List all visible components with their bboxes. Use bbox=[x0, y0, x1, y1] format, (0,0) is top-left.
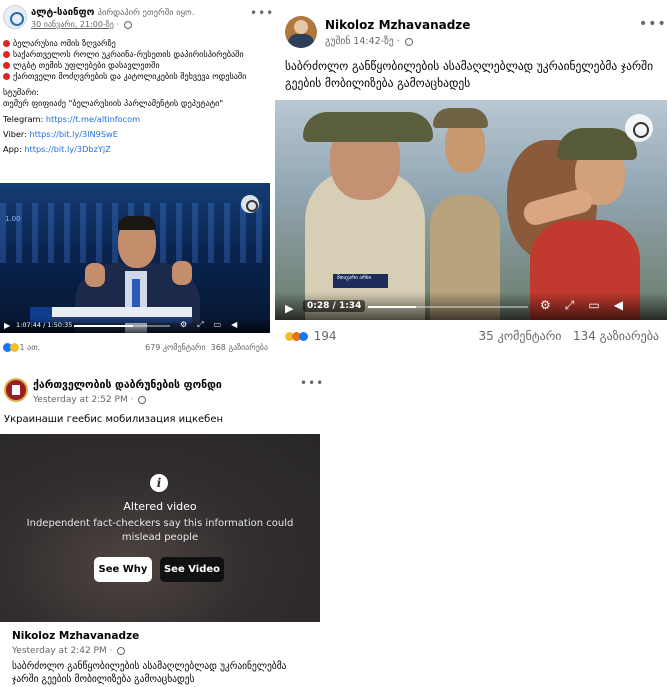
info-icon: i bbox=[150, 474, 168, 492]
volume-icon[interactable]: ◀ bbox=[614, 298, 623, 313]
comments-count[interactable]: 679 კომენტარი bbox=[145, 343, 205, 352]
blurred-video: i Altered video Independent fact-checker… bbox=[0, 434, 320, 622]
shares-count[interactable]: 134 გაზიარება bbox=[573, 329, 659, 343]
red-dot-icon bbox=[3, 40, 10, 47]
red-dot-icon bbox=[3, 73, 10, 80]
video-controls: ▶ 0:28 / 1:34 ⚙ ⤢ ▭ ◀ bbox=[275, 292, 667, 320]
comments-count[interactable]: 35 კომენტარი bbox=[479, 329, 562, 343]
settings-icon[interactable]: ⚙ bbox=[540, 298, 551, 313]
warning-text: Independent fact-checkers say this infor… bbox=[26, 518, 294, 543]
viber-line: Viber: https://bit.ly/3lN9SwE bbox=[3, 129, 118, 139]
list-item: ბელარუსია ომის ზღვარზე bbox=[3, 38, 268, 49]
progress-fill bbox=[74, 325, 133, 327]
video-player[interactable]: 1.00 bbox=[0, 183, 270, 333]
live-status: პირდაპირ ეთერში იყო. bbox=[97, 8, 195, 18]
viber-link[interactable]: https://bit.ly/3lN9SwE bbox=[30, 129, 118, 139]
post-date: გუშინ 14:42-ზე · bbox=[325, 36, 413, 47]
app-link[interactable]: https://bit.ly/3DbzYjZ bbox=[24, 144, 110, 154]
post-text: ბელარუსია ომის ზღვარზე საქართველოს როლი … bbox=[3, 38, 268, 155]
shares-count[interactable]: 368 გაზიარება bbox=[211, 343, 268, 352]
visibility-eye-icon[interactable] bbox=[625, 114, 653, 142]
shared-author-name[interactable]: Nikoloz Mzhavanadze bbox=[12, 630, 139, 642]
page-avatar[interactable] bbox=[4, 378, 28, 402]
chyron bbox=[52, 307, 192, 317]
video-player[interactable]: მთავარი არხი ▶ 0:28 / 1:34 ⚙ ⤢ ▭ ◀ bbox=[275, 100, 667, 320]
fullscreen-icon[interactable]: ⤢ bbox=[565, 298, 575, 313]
volume-icon[interactable]: ◀ bbox=[231, 320, 237, 330]
post-timestamp[interactable]: გუშინ 14:42-ზე bbox=[325, 36, 394, 47]
video-time: 0:28 / 1:34 bbox=[303, 300, 366, 312]
post-altinfo: ალტ-საინფო პირდაპირ ეთერში იყო. 30 იანვა… bbox=[0, 0, 272, 362]
video-time: 1:07:44 / 1:50:35 bbox=[16, 321, 73, 329]
see-why-button[interactable]: See Why bbox=[94, 557, 152, 582]
telegram-link[interactable]: https://t.me/altinfocom bbox=[46, 114, 140, 124]
post-text: საბრძოლო განწყობილების ასამაღლებლად უკრა… bbox=[285, 59, 654, 90]
video-controls: ▶ 1:07:44 / 1:50:35 ⚙ ⤢ ▭ ◀ bbox=[0, 318, 270, 333]
list-item: ლგბტ თემის უფლებები დასავლეთში bbox=[3, 60, 268, 71]
post-timestamp[interactable]: Yesterday at 2:52 PM bbox=[33, 395, 128, 405]
post-date: 30 იანვარი, 21:00-ზე · bbox=[31, 20, 132, 29]
warning-title: Altered video bbox=[123, 500, 197, 513]
globe-icon bbox=[123, 20, 132, 29]
post-date: Yesterday at 2:52 PM · bbox=[33, 395, 147, 405]
globe-icon bbox=[138, 395, 147, 404]
miniplayer-icon[interactable]: ▭ bbox=[214, 320, 222, 330]
list-item: საქართველოს როლი უკრაინა-რუსეთის დაპირის… bbox=[3, 49, 268, 60]
more-options-icon[interactable]: ••• bbox=[300, 376, 322, 390]
settings-icon[interactable]: ⚙ bbox=[180, 320, 187, 330]
reactions[interactable]: 1 ათ. bbox=[3, 343, 40, 352]
shared-timestamp[interactable]: Yesterday at 2:42 PM bbox=[12, 646, 107, 656]
globe-icon bbox=[404, 37, 413, 46]
post-timestamp[interactable]: 30 იანვარი, 21:00-ზე bbox=[31, 20, 114, 29]
post-footer: 194 35 კომენტარი 134 გაზიარება bbox=[285, 329, 659, 343]
shared-post-date: Yesterday at 2:42 PM · bbox=[12, 646, 126, 656]
play-icon[interactable]: ▶ bbox=[285, 302, 293, 315]
post-header: ალტ-საინფო პირდაპირ ეთერში იყო. bbox=[31, 7, 194, 18]
reactions[interactable]: 194 bbox=[285, 329, 337, 343]
progress-bar[interactable] bbox=[74, 325, 170, 327]
progress-bar[interactable] bbox=[368, 306, 528, 308]
author-name[interactable]: Nikoloz Mzhavanadze bbox=[325, 18, 470, 32]
app-line: App: https://bit.ly/3DbzYjZ bbox=[3, 144, 111, 154]
guest-label: სტუმარი: bbox=[3, 87, 39, 97]
miniplayer-icon[interactable]: ▭ bbox=[588, 298, 599, 313]
globe-icon bbox=[117, 646, 126, 655]
play-icon[interactable]: ▶ bbox=[4, 321, 10, 330]
page-avatar[interactable] bbox=[3, 5, 27, 29]
wow-icon bbox=[10, 343, 19, 352]
more-options-icon[interactable]: ••• bbox=[250, 6, 272, 20]
more-options-icon[interactable]: ••• bbox=[639, 16, 667, 32]
shared-post-text: საბრძოლო განწყობილების ასამაღლებლად უკრა… bbox=[12, 661, 287, 685]
guest-name: თემურ ფიფიაძე "ბელარუსიის პარლამენტის დე… bbox=[3, 98, 224, 108]
list-item: ქართველი მოძღვრების და კატოლიკების შეხვე… bbox=[3, 71, 268, 82]
post-foundation: ქართველობის დაბრუნების ფონდი Yesterday a… bbox=[0, 370, 322, 687]
fullscreen-icon[interactable]: ⤢ bbox=[197, 320, 203, 330]
post-nikoloz: Nikoloz Mzhavanadze გუშინ 14:42-ზე · •••… bbox=[275, 8, 667, 358]
post-footer: 1 ათ. 679 კომენტარი 368 გაზიარება bbox=[3, 343, 268, 352]
red-dot-icon bbox=[3, 51, 10, 58]
studio-number: 1.00 bbox=[5, 215, 21, 223]
see-video-button[interactable]: See Video bbox=[160, 557, 224, 582]
visibility-eye-icon[interactable] bbox=[241, 195, 259, 213]
author-name[interactable]: ქართველობის დაბრუნების ფონდი bbox=[33, 379, 222, 391]
author-name[interactable]: ალტ-საინფო bbox=[31, 7, 94, 18]
post-text: Украинаши геебис мобилизация ицкебен bbox=[4, 414, 224, 425]
like-icon bbox=[299, 332, 308, 341]
avatar[interactable] bbox=[285, 16, 317, 48]
telegram-line: Telegram: https://t.me/altinfocom bbox=[3, 114, 141, 124]
red-dot-icon bbox=[3, 62, 10, 69]
progress-fill bbox=[368, 306, 416, 308]
